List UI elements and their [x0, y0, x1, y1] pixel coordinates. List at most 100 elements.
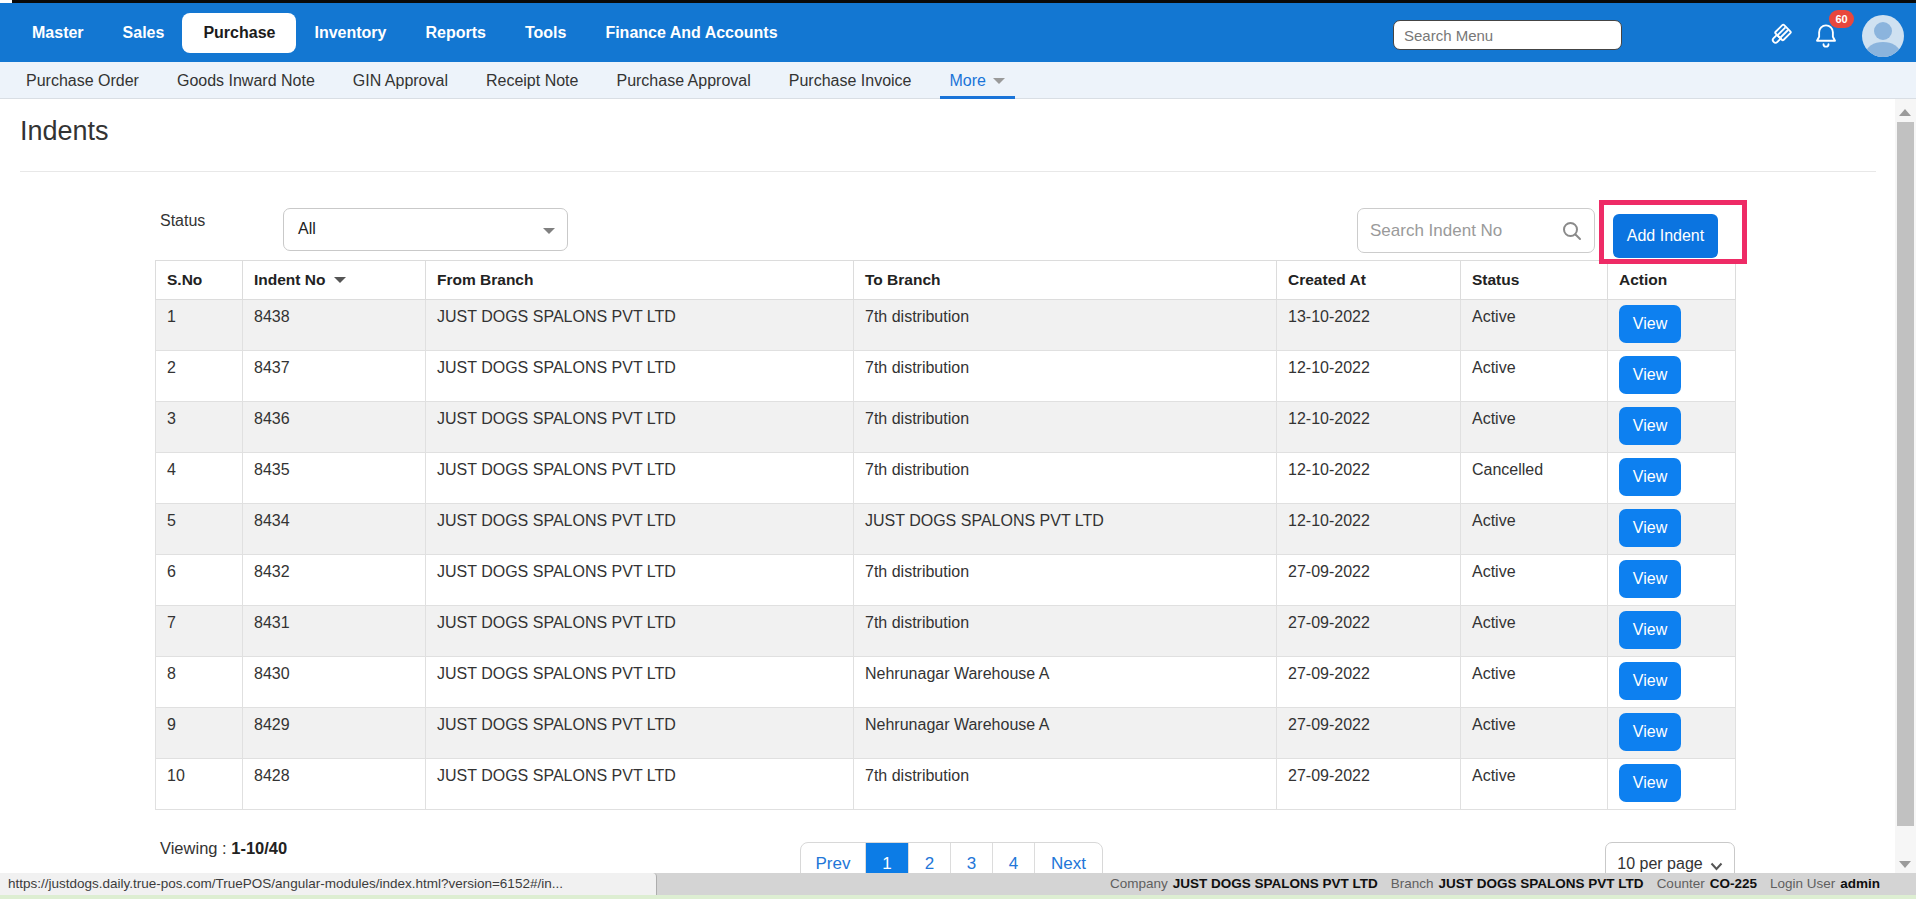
scroll-up-arrow-icon[interactable]	[1899, 109, 1911, 116]
subnav-tab-purchase-approval[interactable]: Purchase Approval	[616, 72, 750, 90]
nav-item-master[interactable]: Master	[32, 24, 84, 42]
nav-item-reports[interactable]: Reports	[425, 24, 485, 42]
status-filter-select[interactable]: All	[283, 208, 568, 251]
main-navbar: Master Sales Purchase Inventory Reports Tools…	[0, 3, 1916, 62]
subnav-tab-purchase-invoice[interactable]: Purchase Invoice	[789, 72, 912, 90]
nav-item-inventory[interactable]: Inventory	[314, 24, 386, 42]
nav-item-finance-and-accounts[interactable]: Finance And Accounts	[605, 24, 777, 42]
table-row: 28437JUST DOGS SPALONS PVT LTD7th distri…	[156, 351, 1736, 402]
subnav-tab-purchase-order[interactable]: Purchase Order	[26, 72, 139, 90]
cell-status: Active	[1461, 504, 1608, 555]
viewing-summary: Viewing : 1-10/40	[160, 839, 287, 858]
viewing-value: 1-10/40	[231, 839, 287, 857]
view-button[interactable]: View	[1619, 662, 1681, 700]
scroll-down-arrow-icon[interactable]	[1899, 861, 1911, 868]
cell-status: Active	[1461, 708, 1608, 759]
session-login-user: Login Useradmin	[1770, 876, 1880, 891]
table-row: 48435JUST DOGS SPALONS PVT LTD7th distri…	[156, 453, 1736, 504]
cell-indent_no: 8436	[243, 402, 426, 453]
column-header-s-no[interactable]: S.No	[156, 261, 243, 300]
view-button[interactable]: View	[1619, 764, 1681, 802]
cell-action: View	[1608, 657, 1736, 708]
subnav-tab-receipt-note[interactable]: Receipt Note	[486, 72, 579, 90]
theme-brush-icon[interactable]	[1763, 20, 1795, 56]
view-button[interactable]: View	[1619, 713, 1681, 751]
cell-created: 12-10-2022	[1277, 504, 1461, 555]
column-header-from-branch[interactable]: From Branch	[426, 261, 854, 300]
cell-to: Nehrunagar Warehouse A	[854, 657, 1277, 708]
cell-from: JUST DOGS SPALONS PVT LTD	[426, 300, 854, 351]
table-row: 68432JUST DOGS SPALONS PVT LTD7th distri…	[156, 555, 1736, 606]
subnav-items: Purchase Order Goods Inward Note GIN Appro…	[26, 62, 1005, 99]
cell-sno: 2	[156, 351, 243, 402]
column-header-indent-no[interactable]: Indent No	[243, 261, 426, 300]
view-button[interactable]: View	[1619, 560, 1681, 598]
cell-indent_no: 8431	[243, 606, 426, 657]
menu-search-input[interactable]	[1393, 20, 1622, 50]
cell-to: 7th distribution	[854, 300, 1277, 351]
indent-search-input[interactable]	[1357, 208, 1595, 253]
cell-to: 7th distribution	[854, 759, 1277, 810]
cell-sno: 9	[156, 708, 243, 759]
cell-sno: 5	[156, 504, 243, 555]
table-row: 58434JUST DOGS SPALONS PVT LTDJUST DOGS …	[156, 504, 1736, 555]
table-row: 18438JUST DOGS SPALONS PVT LTD7th distri…	[156, 300, 1736, 351]
session-info: CompanyJUST DOGS SPALONS PVT LTDBranchJU…	[1110, 873, 1880, 895]
chevron-down-icon	[1710, 862, 1723, 871]
view-button[interactable]: View	[1619, 509, 1681, 547]
cell-action: View	[1608, 351, 1736, 402]
chevron-down-icon	[543, 228, 555, 234]
title-divider	[20, 171, 1876, 172]
column-header-status[interactable]: Status	[1461, 261, 1608, 300]
nav-item-purchase[interactable]: Purchase	[182, 13, 296, 53]
cell-from: JUST DOGS SPALONS PVT LTD	[426, 351, 854, 402]
subnav-tab-more[interactable]: More	[940, 62, 1015, 99]
cell-indent_no: 8437	[243, 351, 426, 402]
per-page-value: 10 per page	[1617, 855, 1702, 872]
table-row: 88430JUST DOGS SPALONS PVT LTDNehrunagar…	[156, 657, 1736, 708]
cell-action: View	[1608, 555, 1736, 606]
subnav-tab-goods-inward-note[interactable]: Goods Inward Note	[177, 72, 315, 90]
table-row: 98429JUST DOGS SPALONS PVT LTDNehrunagar…	[156, 708, 1736, 759]
table-row: 78431JUST DOGS SPALONS PVT LTD7th distri…	[156, 606, 1736, 657]
cell-sno: 10	[156, 759, 243, 810]
cell-created: 27-09-2022	[1277, 555, 1461, 606]
vertical-scrollbar[interactable]	[1895, 99, 1916, 873]
table-header-row: S.NoIndent NoFrom BranchTo BranchCreated…	[156, 261, 1736, 300]
cell-sno: 1	[156, 300, 243, 351]
subnav-tab-gin-approval[interactable]: GIN Approval	[353, 72, 448, 90]
search-icon	[1561, 220, 1583, 246]
nav-item-sales[interactable]: Sales	[123, 24, 165, 42]
view-button[interactable]: View	[1619, 407, 1681, 445]
column-header-to-branch[interactable]: To Branch	[854, 261, 1277, 300]
view-button[interactable]: View	[1619, 305, 1681, 343]
status-filter-label: Status	[160, 212, 205, 230]
cell-status: Active	[1461, 759, 1608, 810]
nav-item-tools[interactable]: Tools	[525, 24, 566, 42]
cell-status: Active	[1461, 402, 1608, 453]
view-button[interactable]: View	[1619, 458, 1681, 496]
browser-status-url: https://justdogs.daily.true-pos.com/True…	[0, 873, 657, 895]
table-body: 18438JUST DOGS SPALONS PVT LTD7th distri…	[156, 300, 1736, 810]
indents-table: S.NoIndent NoFrom BranchTo BranchCreated…	[155, 260, 1736, 810]
notification-count-badge: 60	[1829, 10, 1854, 28]
cell-action: View	[1608, 453, 1736, 504]
cell-to: JUST DOGS SPALONS PVT LTD	[854, 504, 1277, 555]
view-button[interactable]: View	[1619, 611, 1681, 649]
status-filter-value: All	[298, 220, 316, 238]
cell-status: Active	[1461, 606, 1608, 657]
cell-created: 12-10-2022	[1277, 453, 1461, 504]
cell-created: 12-10-2022	[1277, 402, 1461, 453]
scrollbar-thumb[interactable]	[1897, 122, 1914, 826]
cell-indent_no: 8434	[243, 504, 426, 555]
nav-items: Master Sales Purchase Inventory Reports Tools…	[32, 3, 778, 62]
view-button[interactable]: View	[1619, 356, 1681, 394]
cell-to: 7th distribution	[854, 453, 1277, 504]
column-header-created-at[interactable]: Created At	[1277, 261, 1461, 300]
add-indent-button[interactable]: Add Indent	[1613, 214, 1718, 258]
user-avatar[interactable]	[1862, 15, 1904, 57]
table-row: 38436JUST DOGS SPALONS PVT LTD7th distri…	[156, 402, 1736, 453]
cell-to: Nehrunagar Warehouse A	[854, 708, 1277, 759]
column-header-action[interactable]: Action	[1608, 261, 1736, 300]
session-counter: CounterCO-225	[1657, 876, 1757, 891]
